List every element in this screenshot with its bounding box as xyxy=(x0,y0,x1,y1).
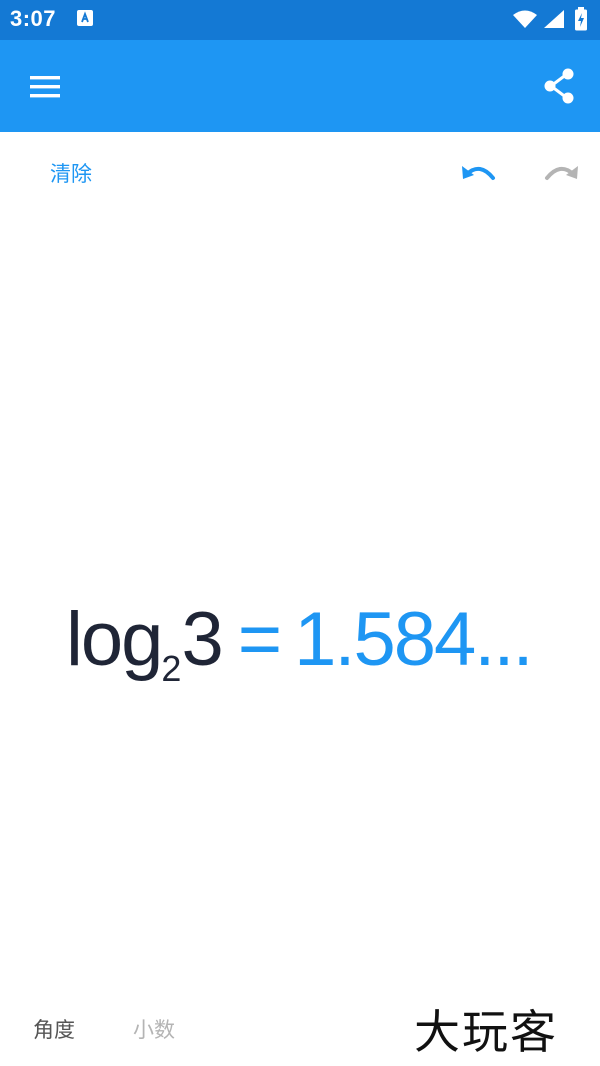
cell-signal-icon xyxy=(543,9,565,33)
status-bar: 3:07 xyxy=(0,0,600,40)
share-icon[interactable] xyxy=(538,66,582,106)
log-base-subscript: 2 xyxy=(161,648,182,689)
angle-mode-toggle[interactable]: 角度 xyxy=(33,1014,75,1044)
redo-icon[interactable] xyxy=(539,160,581,190)
clear-button[interactable]: 清除 xyxy=(50,158,92,188)
app-notification-icon xyxy=(77,10,93,26)
status-time: 3:07 xyxy=(10,6,57,31)
wifi-icon xyxy=(512,9,538,33)
expression-display: log23 = 1.584... xyxy=(66,590,534,719)
hamburger-menu-icon[interactable] xyxy=(24,67,68,107)
decimal-mode-toggle[interactable]: 小数 xyxy=(133,1014,175,1044)
undo-icon[interactable] xyxy=(459,160,501,190)
app-bar xyxy=(0,40,600,132)
expression-input: log23 xyxy=(66,597,224,689)
watermark-logo: 大玩客 xyxy=(414,1005,558,1059)
equals-sign: = xyxy=(237,597,282,682)
edit-toolbar: 清除 xyxy=(0,132,600,212)
log-function-text: log xyxy=(66,597,163,682)
battery-charging-icon xyxy=(574,7,588,35)
result-value: 1.584... xyxy=(294,597,534,682)
log-argument: 3 xyxy=(181,597,223,682)
